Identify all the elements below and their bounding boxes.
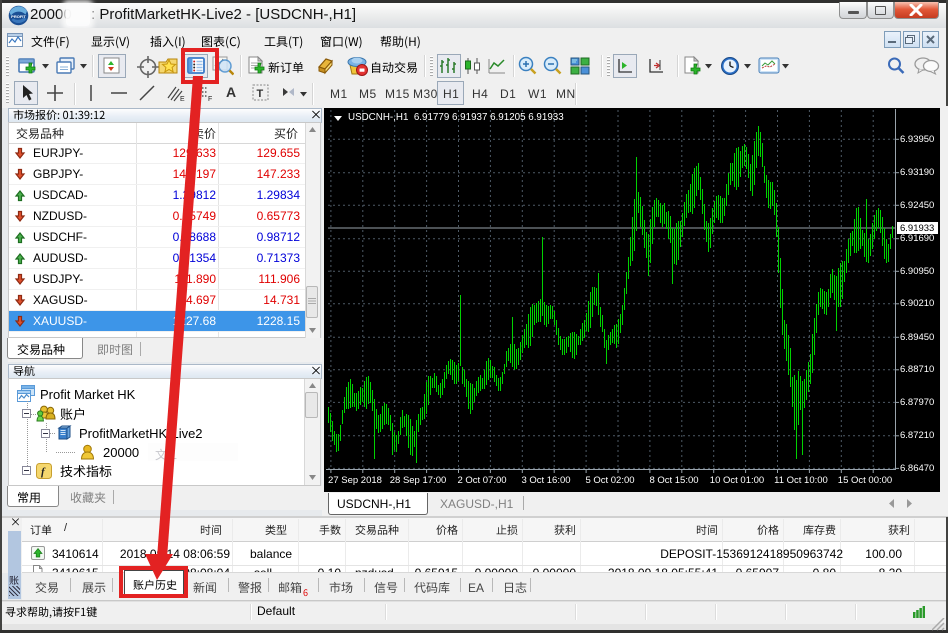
svg-text:T: T [257, 88, 264, 100]
svg-text:PROFIT: PROFIT [11, 14, 26, 19]
